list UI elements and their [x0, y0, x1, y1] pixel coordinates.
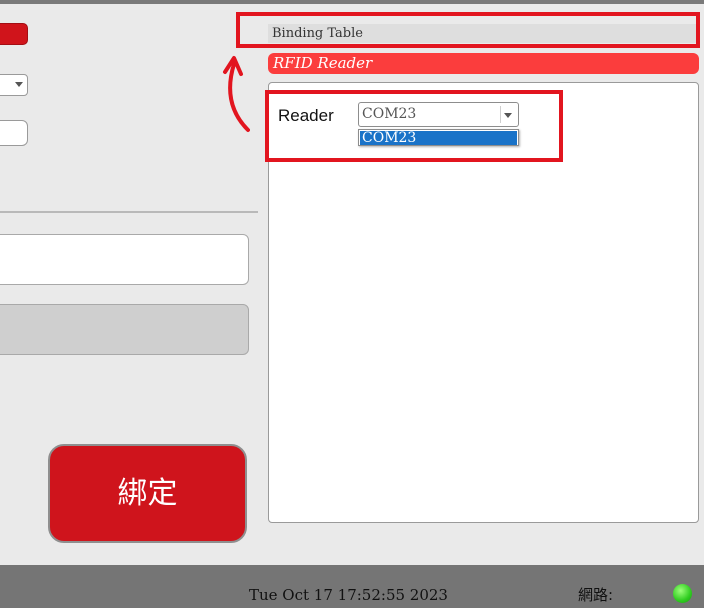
highlight-box-title	[236, 12, 700, 48]
rfid-reader-header: RFID Reader	[268, 53, 699, 74]
left-input-field[interactable]	[0, 120, 28, 146]
left-dropdown[interactable]	[0, 74, 28, 96]
highlight-box-reader	[265, 90, 563, 162]
bind-button[interactable]: 綁定	[48, 444, 247, 543]
curved-arrow-icon	[223, 56, 250, 132]
left-disabled-button[interactable]	[0, 304, 249, 355]
top-border	[0, 0, 704, 4]
left-divider	[0, 211, 258, 213]
left-red-button[interactable]	[0, 23, 28, 45]
network-status-icon	[673, 584, 692, 603]
status-datetime: Tue Oct 17 17:52:55 2023	[249, 586, 448, 604]
chevron-down-icon	[15, 82, 23, 87]
network-label: 網路:	[578, 586, 614, 604]
left-text-field[interactable]	[0, 234, 249, 285]
